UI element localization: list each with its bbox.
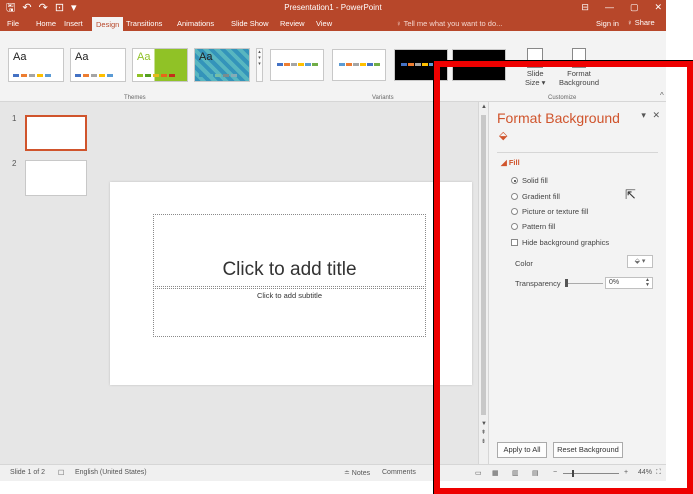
tab-file[interactable]: File bbox=[7, 19, 19, 28]
color-swatch bbox=[83, 74, 89, 77]
tab-home[interactable]: Home bbox=[36, 19, 56, 28]
slide-editor: Click to add title Click to add subtitle bbox=[96, 102, 478, 464]
color-swatch bbox=[231, 74, 237, 77]
color-swatch bbox=[360, 63, 366, 66]
color-swatch bbox=[21, 74, 27, 77]
spelling-icon[interactable]: ☐ bbox=[58, 469, 64, 477]
color-swatch bbox=[75, 74, 81, 77]
color-swatch bbox=[145, 74, 151, 77]
color-swatch bbox=[305, 63, 311, 66]
restore-icon[interactable]: ▢ bbox=[630, 2, 639, 13]
subtitle-placeholder[interactable]: Click to add subtitle bbox=[153, 288, 426, 337]
color-swatch bbox=[223, 74, 229, 77]
theme-office[interactable]: Aa bbox=[8, 48, 64, 82]
color-swatch bbox=[45, 74, 51, 77]
tab-insert[interactable]: Insert bbox=[64, 19, 83, 28]
theme-color-bars bbox=[75, 74, 113, 77]
color-swatch bbox=[291, 63, 297, 66]
color-swatch bbox=[99, 74, 105, 77]
slide-number: 1 bbox=[12, 114, 17, 123]
color-swatch bbox=[298, 63, 304, 66]
window-title: Presentation1 - PowerPoint bbox=[284, 3, 382, 12]
highlight-frame bbox=[434, 61, 693, 494]
ribbon-display-options-icon[interactable]: ⊟ bbox=[581, 2, 589, 13]
theme-office-theme[interactable]: Aa bbox=[70, 48, 126, 82]
color-swatch bbox=[277, 63, 283, 66]
color-swatch bbox=[29, 74, 35, 77]
color-swatch bbox=[339, 63, 345, 66]
color-swatch bbox=[169, 74, 175, 77]
theme-label: Aa bbox=[75, 51, 89, 63]
color-swatch bbox=[312, 63, 318, 66]
variants-group-label: Variants bbox=[372, 95, 394, 101]
slide-thumbnail-1[interactable] bbox=[25, 115, 87, 151]
color-swatch bbox=[346, 63, 352, 66]
theme-label: Aa bbox=[199, 51, 213, 63]
notes-button[interactable]: ≐ Notes bbox=[344, 469, 370, 477]
color-swatch bbox=[91, 74, 97, 77]
color-swatch bbox=[367, 63, 373, 66]
variant-color-bars bbox=[277, 63, 318, 66]
color-swatch bbox=[13, 74, 19, 77]
language-indicator[interactable]: English (United States) bbox=[75, 469, 147, 476]
slide-canvas[interactable]: Click to add title Click to add subtitle bbox=[110, 182, 472, 385]
tab-slide-show[interactable]: Slide Show bbox=[231, 19, 269, 28]
title-placeholder-text: Click to add title bbox=[222, 259, 357, 280]
comments-button[interactable]: Comments bbox=[382, 469, 416, 476]
ribbon-tabs: File Home Insert Design Transitions Anim… bbox=[0, 17, 666, 31]
window-controls: ⊟ — ▢ ✕ bbox=[581, 2, 662, 13]
minimize-icon[interactable]: — bbox=[605, 2, 614, 13]
color-swatch bbox=[415, 63, 421, 66]
color-swatch bbox=[353, 63, 359, 66]
color-swatch bbox=[153, 74, 159, 77]
tab-review[interactable]: Review bbox=[280, 19, 305, 28]
color-swatch bbox=[37, 74, 43, 77]
slide-thumbnail-2[interactable] bbox=[25, 160, 87, 196]
theme-color-bars bbox=[137, 74, 175, 77]
color-swatch bbox=[137, 74, 143, 77]
subtitle-placeholder-text: Click to add subtitle bbox=[256, 291, 323, 300]
theme-integral[interactable]: Aa bbox=[194, 48, 250, 82]
color-swatch bbox=[215, 74, 221, 77]
color-swatch bbox=[422, 63, 428, 66]
tab-animations[interactable]: Animations bbox=[177, 19, 214, 28]
color-swatch bbox=[284, 63, 290, 66]
title-bar: 🖫 ↶ ↷ ⊡ ▾ Presentation1 - PowerPoint ⊟ —… bbox=[0, 0, 666, 17]
color-swatch bbox=[199, 74, 205, 77]
theme-label: Aa bbox=[13, 51, 27, 63]
variant-2[interactable] bbox=[332, 49, 386, 81]
variant-1[interactable] bbox=[270, 49, 324, 81]
tab-transitions[interactable]: Transitions bbox=[126, 19, 162, 28]
title-placeholder[interactable]: Click to add title bbox=[153, 214, 426, 287]
variant-color-bars bbox=[339, 63, 380, 66]
themes-group-label: Themes bbox=[124, 95, 146, 101]
tell-me-search[interactable]: ♀ Tell me what you want to do... bbox=[396, 19, 502, 28]
sign-in-link[interactable]: Sign in bbox=[596, 19, 619, 28]
tab-design[interactable]: Design bbox=[92, 17, 124, 31]
close-icon[interactable]: ✕ bbox=[654, 2, 662, 13]
theme-color-bars bbox=[199, 74, 237, 77]
theme-color-bars bbox=[13, 74, 51, 77]
slides-pane: 1 2 bbox=[0, 102, 96, 464]
color-swatch bbox=[408, 63, 414, 66]
tab-view[interactable]: View bbox=[316, 19, 332, 28]
color-swatch bbox=[207, 74, 213, 77]
color-swatch bbox=[401, 63, 407, 66]
color-swatch bbox=[107, 74, 113, 77]
theme-label: Aa bbox=[137, 51, 151, 63]
color-swatch bbox=[374, 63, 380, 66]
theme-facet[interactable]: Aa bbox=[132, 48, 188, 82]
themes-gallery-more[interactable]: ▴ ▾ ▾ bbox=[256, 48, 263, 82]
slide-number: 2 bbox=[12, 159, 17, 168]
color-swatch bbox=[161, 74, 167, 77]
share-button[interactable]: ♀ Share bbox=[627, 18, 655, 27]
slide-count: Slide 1 of 2 bbox=[10, 469, 46, 476]
